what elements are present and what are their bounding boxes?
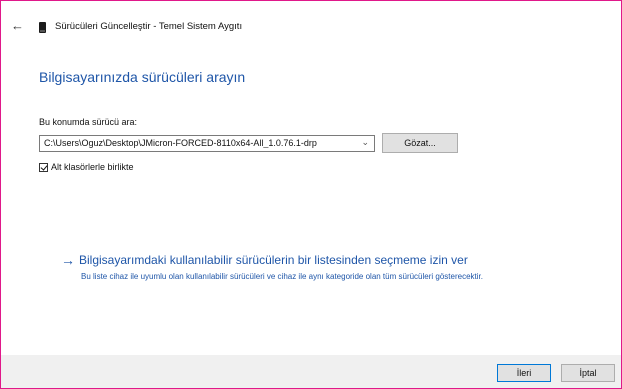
pick-from-list-title[interactable]: Bilgisayarımdaki kullanılabilir sürücüle… — [79, 253, 468, 267]
pick-from-list-description: Bu liste cihaz ile uyumlu olan kullanıla… — [81, 272, 483, 281]
include-subfolders-row[interactable]: Alt klasörlerle birlikte — [39, 161, 134, 173]
browse-button[interactable]: Gözat... — [382, 133, 458, 153]
include-subfolders-checkbox[interactable] — [39, 162, 48, 172]
path-combobox[interactable]: C:\Users\Oguz\Desktop\JMicron-FORCED-811… — [39, 135, 375, 152]
include-subfolders-label[interactable]: Alt klasörlerle birlikte — [51, 162, 134, 172]
path-label: Bu konumda sürücü ara: — [39, 117, 138, 127]
dialog-window: ← Sürücüleri Güncelleştir - Temel Sistem… — [0, 0, 622, 389]
chevron-down-icon[interactable]: ⌄ — [361, 137, 369, 148]
window-title: Sürücüleri Güncelleştir - Temel Sistem A… — [55, 21, 243, 32]
next-button[interactable]: İleri — [497, 364, 551, 382]
cancel-button[interactable]: İptal — [561, 364, 615, 382]
device-icon — [39, 22, 46, 33]
page-heading: Bilgisayarınızda sürücüleri arayın — [39, 69, 246, 85]
title-bar: ← Sürücüleri Güncelleştir - Temel Sistem… — [1, 15, 621, 39]
path-input[interactable]: C:\Users\Oguz\Desktop\JMicron-FORCED-811… — [44, 138, 352, 148]
arrow-right-icon[interactable]: → — [61, 252, 75, 268]
back-arrow-icon[interactable]: ← — [11, 19, 25, 33]
